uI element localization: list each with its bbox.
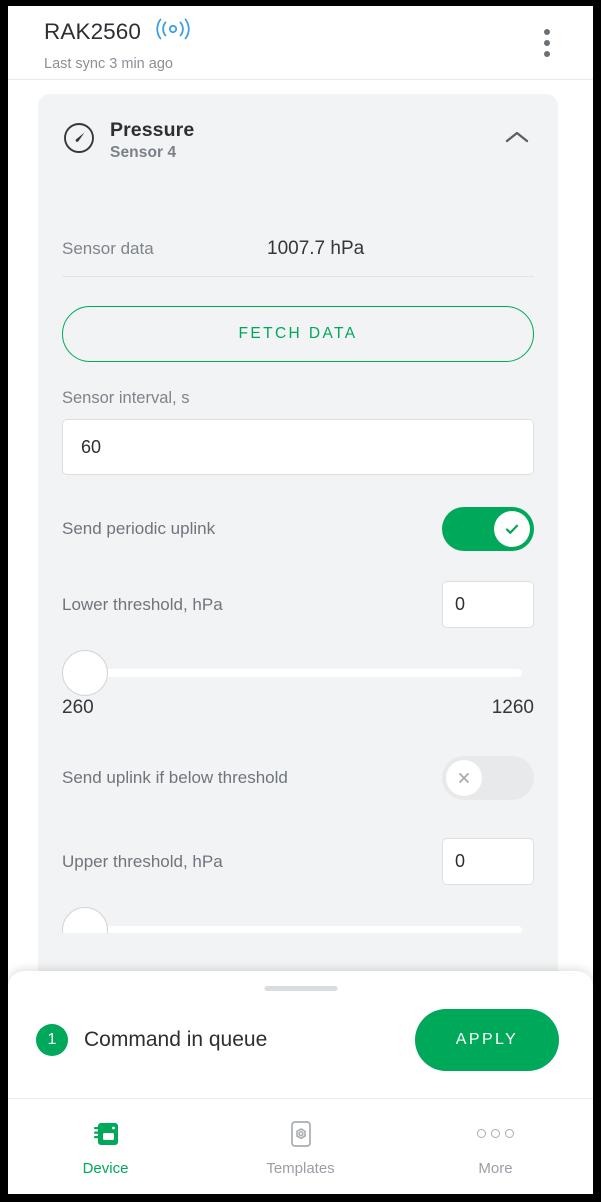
check-icon <box>505 524 519 534</box>
bottom-navigation: Device Templates More <box>8 1098 593 1194</box>
pressure-gauge-icon <box>62 121 96 160</box>
sensor-card-header[interactable]: Pressure Sensor 4 <box>62 94 534 162</box>
sensor-card-pressure: Pressure Sensor 4 Sensor data 1007.7 hPa <box>38 94 558 981</box>
upper-threshold-slider[interactable] <box>62 907 534 933</box>
kebab-dot <box>544 29 550 35</box>
template-hexagon-icon <box>286 1117 316 1151</box>
queue-count-badge: 1 <box>36 1024 68 1056</box>
device-title-row: RAK2560 <box>44 17 193 46</box>
send-periodic-uplink-row: Send periodic uplink <box>62 505 534 553</box>
slider-min-value: 260 <box>62 697 94 718</box>
sensor-card-titles: Pressure Sensor 4 <box>110 119 194 162</box>
queue-status-text: Command in queue <box>84 1028 268 1051</box>
fetch-data-button[interactable]: FETCH DATA <box>62 306 534 362</box>
last-sync-status: Last sync 3 min ago <box>44 56 173 72</box>
kebab-menu-icon[interactable] <box>527 22 567 64</box>
slider-thumb[interactable] <box>62 907 108 933</box>
slider-max-value: 1260 <box>491 697 534 718</box>
close-icon <box>459 773 469 783</box>
device-name: RAK2560 <box>44 18 142 44</box>
apply-button[interactable]: APPLY <box>415 1009 559 1071</box>
slider-track <box>80 926 522 933</box>
command-queue-sheet: 1 Command in queue APPLY <box>8 971 593 1098</box>
nav-item-templates[interactable]: Templates <box>203 1099 398 1194</box>
nav-item-more[interactable]: More <box>398 1099 593 1194</box>
more-dot <box>491 1129 500 1138</box>
toggle-knob <box>446 760 482 796</box>
upper-threshold-label: Upper threshold, hPa <box>62 851 223 871</box>
lower-threshold-label: Lower threshold, hPa <box>62 594 223 614</box>
command-queue-row: 1 Command in queue APPLY <box>8 1009 593 1071</box>
kebab-dot <box>544 40 550 46</box>
sensor-interval-label: Sensor interval, s <box>62 389 190 407</box>
slider-track <box>80 669 522 677</box>
upper-threshold-input[interactable] <box>442 838 534 885</box>
sensor-interval-input[interactable] <box>62 419 534 475</box>
slider-thumb[interactable] <box>62 650 108 696</box>
sensor-data-value: 1007.7 hPa <box>267 238 365 259</box>
slider-scale: 260 1260 <box>62 697 534 719</box>
drag-handle[interactable] <box>264 986 337 991</box>
more-dots-icon <box>477 1117 514 1151</box>
send-periodic-uplink-toggle[interactable] <box>442 507 534 551</box>
scroll-content[interactable]: Pressure Sensor 4 Sensor data 1007.7 hPa <box>8 81 593 981</box>
lower-threshold-row: Lower threshold, hPa <box>62 581 534 628</box>
nav-label-more: More <box>478 1159 513 1177</box>
lower-threshold-slider[interactable]: 260 1260 <box>62 650 534 718</box>
lower-threshold-input[interactable] <box>442 581 534 628</box>
send-uplink-below-threshold-label: Send uplink if below threshold <box>62 768 288 787</box>
toggle-knob <box>494 511 530 547</box>
kebab-dot <box>544 51 550 57</box>
sensor-data-label: Sensor data <box>62 239 154 258</box>
app-bar: RAK2560 Last sync 3 min ago <box>8 6 593 80</box>
send-uplink-below-threshold-toggle[interactable] <box>442 756 534 800</box>
sensor-data-row: Sensor data 1007.7 hPa <box>62 238 534 277</box>
broadcast-signal-icon <box>153 17 193 46</box>
device-frame: RAK2560 Last sync 3 min ago Pressure Sen… <box>0 0 601 1202</box>
sensor-card-subtitle: Sensor 4 <box>110 144 177 161</box>
send-periodic-uplink-label: Send periodic uplink <box>62 519 216 538</box>
nav-label-templates: Templates <box>266 1159 335 1177</box>
sensor-card-title: Pressure <box>110 119 195 141</box>
more-dot <box>505 1129 514 1138</box>
nav-item-device[interactable]: Device <box>8 1099 203 1194</box>
send-uplink-below-threshold-row: Send uplink if below threshold <box>62 754 534 802</box>
nav-label-device: Device <box>82 1159 129 1177</box>
device-board-icon <box>90 1117 122 1151</box>
more-dot <box>477 1129 486 1138</box>
app-screen: RAK2560 Last sync 3 min ago Pressure Sen… <box>8 6 593 1194</box>
chevron-up-icon[interactable] <box>500 122 534 152</box>
upper-threshold-row: Upper threshold, hPa <box>62 838 534 885</box>
